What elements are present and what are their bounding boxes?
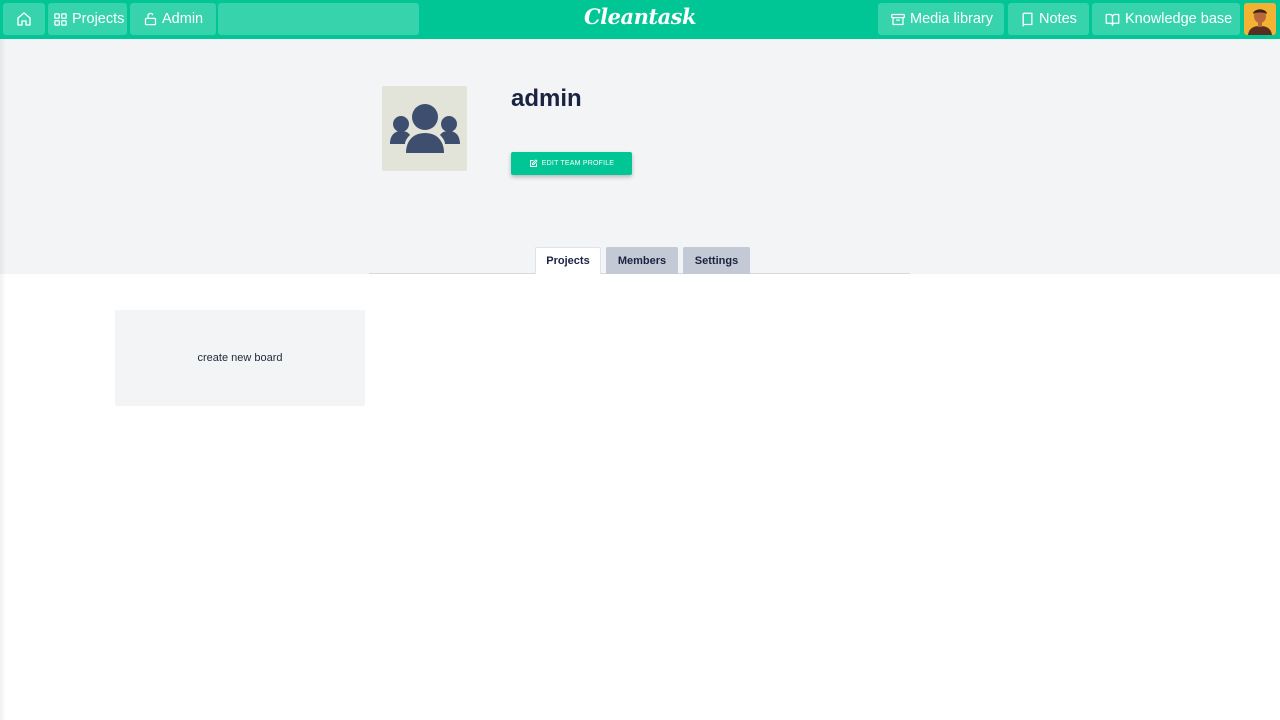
notes-label: Notes [1039,11,1077,27]
create-new-board-card[interactable]: create new board [115,310,365,406]
team-name-heading: admin [511,85,582,112]
tab-settings-label: Settings [694,254,739,267]
edit-team-profile-label: EDIT TEAM PROFILE [541,160,615,167]
user-avatar-icon [1244,3,1276,35]
tab-settings[interactable]: Settings [683,247,750,274]
team-header-panel [0,39,1280,274]
notes-button[interactable]: Notes [1008,3,1089,35]
projects-nav-label: Projects [72,11,125,27]
home-icon [17,12,31,26]
grid-icon [54,12,67,26]
team-users-icon [389,103,460,153]
top-navbar: Projects Admin Cleantask Media library N… [0,0,1280,39]
admin-nav-label: Admin [162,11,204,27]
tab-projects[interactable]: Projects [535,247,601,274]
edit-team-profile-button[interactable]: EDIT TEAM PROFILE [511,152,632,175]
knowledge-base-button[interactable]: Knowledge base [1092,3,1240,35]
notebook-icon [1022,12,1033,26]
knowledge-base-label: Knowledge base [1125,11,1233,27]
create-new-board-label: create new board [197,352,283,364]
user-avatar[interactable] [1244,3,1276,35]
media-library-label: Media library [910,11,993,27]
home-button[interactable] [3,3,45,35]
left-edge-shadow [0,39,6,720]
open-book-icon [1105,13,1120,26]
team-avatar [382,86,467,171]
tab-members-label: Members [617,254,667,267]
media-library-button[interactable]: Media library [878,3,1004,35]
archive-icon [891,13,905,25]
search-input[interactable] [218,3,419,35]
edit-icon [529,159,538,167]
tab-members[interactable]: Members [606,247,678,274]
tab-projects-label: Projects [546,255,590,267]
lock-icon [144,12,157,26]
logo-text: Cleantask [583,4,697,29]
admin-nav-button[interactable]: Admin [130,3,216,35]
projects-nav-button[interactable]: Projects [48,3,127,35]
